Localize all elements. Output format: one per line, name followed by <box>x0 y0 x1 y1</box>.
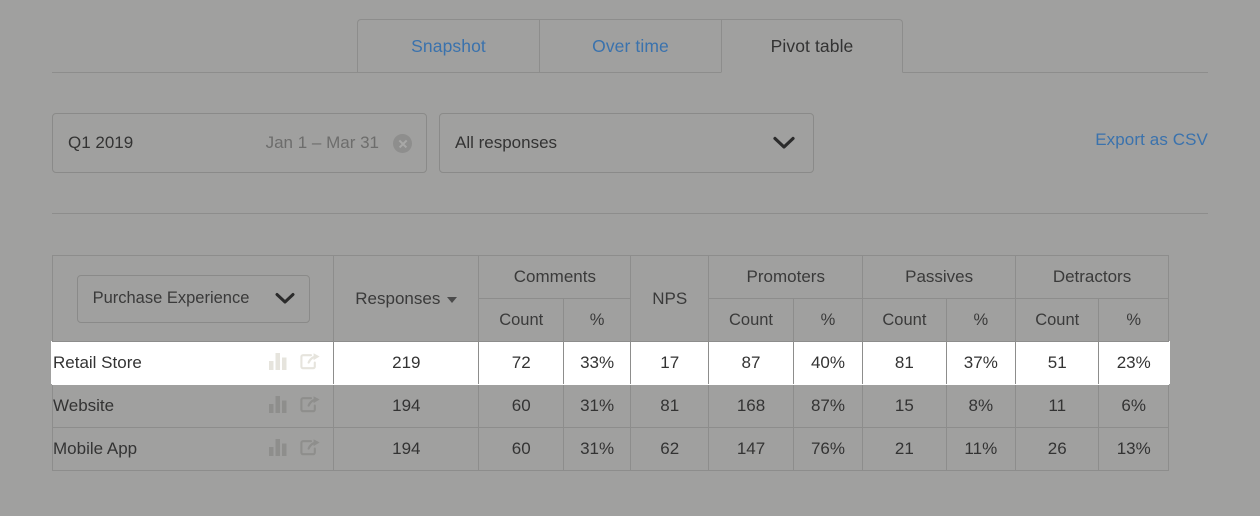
dimension-header-cell: Purchase Experience <box>51 255 335 342</box>
cell-nps: 81 <box>630 384 710 428</box>
tab-over-time[interactable]: Over time <box>539 19 721 73</box>
cell-passives-count: 81 <box>862 341 947 385</box>
column-header-comments[interactable]: Comments <box>478 255 632 299</box>
cell-detractors-count: 11 <box>1015 384 1100 428</box>
cell-passives-percent: 8% <box>945 384 1017 428</box>
share-export-icon[interactable] <box>300 395 321 418</box>
cell-detractors-percent: 13% <box>1098 427 1169 471</box>
subheader-promoters-count: Count <box>708 298 794 342</box>
subheader-detractors-count: Count <box>1015 298 1100 342</box>
responses-filter-value: All responses <box>455 133 558 152</box>
cell-comments-percent: 31% <box>562 384 632 428</box>
cell-promoters-percent: 87% <box>792 384 864 428</box>
tab-snapshot[interactable]: Snapshot <box>357 19 539 73</box>
responses-filter-dropdown[interactable]: All responses <box>439 113 814 173</box>
table-row[interactable]: Mobile App 194 60 31% 62 147 76% 21 11% … <box>51 427 1169 471</box>
cell-promoters-percent: 76% <box>792 427 864 471</box>
column-header-comments-label: Comments <box>513 267 596 286</box>
row-label-cell: Retail Store <box>51 341 335 385</box>
bar-chart-icon[interactable] <box>268 438 288 461</box>
cell-comments-count: 60 <box>478 384 564 428</box>
column-header-promoters-label: Promoters <box>746 267 825 286</box>
tab-bar-divider <box>52 72 1208 73</box>
subheader-detractors-percent: % <box>1098 298 1169 342</box>
table-row[interactable]: Website 194 60 31% 81 168 87% 15 8% 11 6… <box>51 384 1169 428</box>
cell-comments-percent: 31% <box>562 427 632 471</box>
cell-passives-percent: 37% <box>945 341 1017 385</box>
column-header-detractors[interactable]: Detractors <box>1015 255 1169 299</box>
cell-comments-count: 60 <box>478 427 564 471</box>
share-export-icon[interactable] <box>300 352 321 375</box>
date-range-value: Jan 1 – Mar 31 <box>265 133 379 152</box>
share-export-icon[interactable] <box>300 438 321 461</box>
cell-passives-count: 21 <box>862 427 947 471</box>
subheader-promoters-percent: % <box>792 298 864 342</box>
section-divider <box>52 213 1208 214</box>
subheader-passives-percent: % <box>945 298 1017 342</box>
cell-detractors-count: 51 <box>1015 341 1100 385</box>
tab-over-time-label: Over time <box>592 35 669 56</box>
dimension-select-label: Purchase Experience <box>92 289 250 307</box>
row-label: Mobile App <box>53 439 138 458</box>
cell-promoters-count: 147 <box>708 427 794 471</box>
tab-snapshot-label: Snapshot <box>411 35 486 56</box>
export-as-csv-link[interactable]: Export as CSV <box>1095 130 1208 150</box>
sort-desc-caret-icon <box>447 296 458 303</box>
cell-responses: 194 <box>333 427 480 471</box>
column-header-detractors-label: Detractors <box>1052 267 1132 286</box>
pivot-table-container: Purchase Experience Responses Comments N… <box>51 255 1169 471</box>
clear-circle-icon[interactable] <box>393 133 412 153</box>
pivot-table: Purchase Experience Responses Comments N… <box>51 255 1169 471</box>
column-header-nps-label: NPS <box>652 288 688 308</box>
subheader-comments-count: Count <box>478 298 564 342</box>
cell-detractors-count: 26 <box>1015 427 1100 471</box>
filter-bar: Q1 2019 Jan 1 – Mar 31 All responses Exp… <box>52 113 1208 175</box>
row-label: Website <box>53 396 115 415</box>
cell-responses: 194 <box>333 384 480 428</box>
row-label-cell: Website <box>51 384 335 428</box>
cell-detractors-percent: 6% <box>1098 384 1169 428</box>
bar-chart-icon[interactable] <box>268 352 288 375</box>
tab-pivot-table[interactable]: Pivot table <box>721 19 903 73</box>
bar-chart-icon[interactable] <box>268 395 288 418</box>
tab-bar: Snapshot Over time Pivot table <box>0 0 1260 73</box>
cell-passives-percent: 11% <box>945 427 1017 471</box>
pivot-table-body: Retail Store 219 72 33% 17 87 40% 81 37%… <box>51 341 1169 471</box>
column-header-promoters[interactable]: Promoters <box>708 255 864 299</box>
subheader-passives-count: Count <box>862 298 947 342</box>
date-range-filter[interactable]: Q1 2019 Jan 1 – Mar 31 <box>52 113 427 173</box>
subheader-comments-percent: % <box>562 298 632 342</box>
tab-pivot-table-label: Pivot table <box>770 35 854 56</box>
cell-responses: 219 <box>333 341 480 385</box>
tab-list: Snapshot Over time Pivot table <box>357 19 903 73</box>
cell-comments-percent: 33% <box>562 341 632 385</box>
cell-nps: 17 <box>630 341 710 385</box>
cell-detractors-percent: 23% <box>1098 341 1169 385</box>
column-header-passives[interactable]: Passives <box>862 255 1017 299</box>
column-header-responses-label: Responses <box>355 288 441 308</box>
pivot-table-header-top: Purchase Experience Responses Comments N… <box>51 255 1169 342</box>
cell-nps: 62 <box>630 427 710 471</box>
cell-promoters-count: 87 <box>708 341 794 385</box>
date-range-label: Q1 2019 <box>68 133 134 152</box>
column-header-passives-label: Passives <box>905 267 974 286</box>
cell-comments-count: 72 <box>478 341 564 385</box>
dimension-select[interactable]: Purchase Experience <box>76 274 310 323</box>
row-label-cell: Mobile App <box>51 427 335 471</box>
cell-promoters-count: 168 <box>708 384 794 428</box>
row-label: Retail Store <box>53 353 142 372</box>
table-row[interactable]: Retail Store 219 72 33% 17 87 40% 81 37%… <box>51 341 1169 385</box>
cell-promoters-percent: 40% <box>792 341 864 385</box>
cell-passives-count: 15 <box>862 384 947 428</box>
column-header-nps[interactable]: NPS <box>630 255 710 342</box>
column-header-responses[interactable]: Responses <box>333 255 480 342</box>
